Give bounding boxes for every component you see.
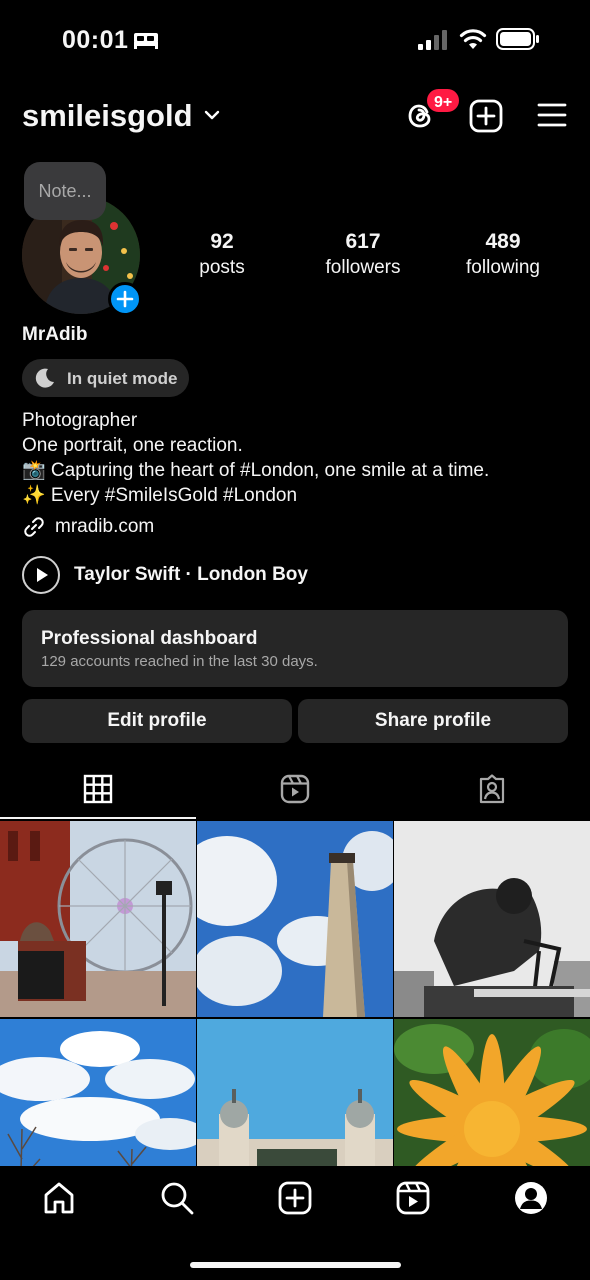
- grid-post[interactable]: [394, 1019, 590, 1166]
- status-bar: 00:01: [0, 0, 590, 80]
- status-time: 00:01: [62, 26, 129, 54]
- display-name: MrAdib: [22, 324, 88, 345]
- battery-icon: [496, 28, 539, 50]
- stat-following-label: following: [466, 257, 540, 278]
- bottom-nav: [0, 1166, 590, 1280]
- stat-posts[interactable]: 92 posts: [162, 230, 282, 279]
- share-profile-button[interactable]: Share profile: [298, 699, 568, 743]
- profile-music[interactable]: Taylor Swift · London Boy: [22, 556, 422, 594]
- add-story-button[interactable]: [108, 282, 142, 316]
- stat-following-value: 489: [485, 230, 521, 253]
- reels-icon[interactable]: [395, 1180, 431, 1216]
- link-icon: [24, 517, 44, 537]
- play-icon[interactable]: [22, 556, 60, 594]
- tab-tagged[interactable]: [394, 766, 590, 818]
- sleep-focus-icon: [134, 33, 158, 49]
- moon-icon: [35, 368, 54, 388]
- bio-line: Photographer: [22, 410, 138, 431]
- profile-link-text[interactable]: mradib.com: [55, 516, 154, 538]
- grid-post[interactable]: [197, 1019, 393, 1166]
- create-icon[interactable]: [277, 1180, 313, 1216]
- bio: Photographer One portrait, one reaction.…: [22, 408, 489, 508]
- chevron-down-icon[interactable]: [204, 108, 220, 122]
- notification-badge[interactable]: 9+: [425, 87, 462, 114]
- create-post-icon[interactable]: [468, 98, 504, 134]
- quiet-mode-pill[interactable]: In quiet mode: [22, 359, 189, 397]
- account-username[interactable]: smileisgold: [22, 98, 193, 134]
- grid-icon: [83, 774, 113, 804]
- profile-icon[interactable]: [513, 1180, 549, 1216]
- bio-line: 📸 Capturing the heart of #London, one sm…: [22, 460, 490, 481]
- music-track: Taylor Swift · London Boy: [74, 564, 308, 585]
- stat-followers-value: 617: [345, 230, 381, 253]
- stat-posts-value: 92: [210, 230, 234, 253]
- tab-grid[interactable]: [0, 766, 196, 818]
- note-bubble[interactable]: Note...: [24, 162, 106, 220]
- quiet-mode-label: In quiet mode: [67, 369, 178, 388]
- profile-header: smileisgold 9+: [0, 87, 590, 146]
- dashboard-subtitle: 129 accounts reached in the last 30 days…: [41, 653, 318, 670]
- search-icon[interactable]: [159, 1180, 195, 1216]
- grid-post[interactable]: [0, 1019, 196, 1166]
- grid-post[interactable]: [0, 821, 196, 1017]
- wifi-icon: [459, 29, 487, 49]
- posts-grid: [0, 821, 590, 1166]
- bio-line: One portrait, one reaction.: [22, 435, 243, 456]
- stat-followers-label: followers: [325, 257, 401, 278]
- dashboard-title: Professional dashboard: [41, 628, 258, 649]
- menu-icon[interactable]: [536, 100, 568, 130]
- tagged-icon: [479, 774, 505, 804]
- grid-post[interactable]: [197, 821, 393, 1017]
- stat-following[interactable]: 489 following: [443, 230, 563, 279]
- reels-icon: [280, 774, 310, 804]
- active-tab-indicator: [0, 817, 196, 819]
- plus-icon: [116, 290, 134, 308]
- cellular-signal-icon: [418, 30, 447, 50]
- bio-line: ✨ Every #SmileIsGold #London: [22, 485, 298, 506]
- stat-posts-label: posts: [199, 257, 245, 278]
- stat-followers[interactable]: 617 followers: [303, 230, 423, 279]
- home-indicator[interactable]: [190, 1262, 401, 1268]
- professional-dashboard[interactable]: Professional dashboard 129 accounts reac…: [22, 610, 568, 687]
- home-icon[interactable]: [41, 1180, 77, 1216]
- tab-reels[interactable]: [197, 766, 393, 818]
- edit-profile-button[interactable]: Edit profile: [22, 699, 292, 743]
- grid-post[interactable]: [394, 821, 590, 1017]
